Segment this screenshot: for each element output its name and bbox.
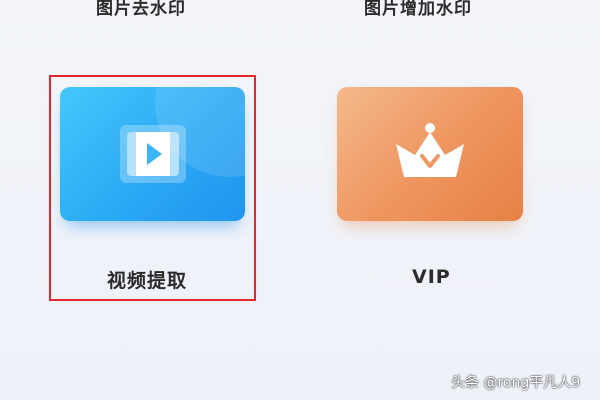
video-extract-label[interactable]: 视频提取 — [107, 266, 187, 293]
watermark-text: 头条 @rong平凡人9 — [451, 375, 581, 391]
vip-label[interactable]: VIP — [412, 266, 451, 288]
remove-image-watermark-label[interactable]: 图片去水印 — [96, 0, 186, 19]
add-image-watermark-label[interactable]: 图片增加水印 — [364, 0, 472, 19]
vip-tile[interactable] — [337, 87, 523, 221]
crown-icon — [396, 123, 464, 177]
